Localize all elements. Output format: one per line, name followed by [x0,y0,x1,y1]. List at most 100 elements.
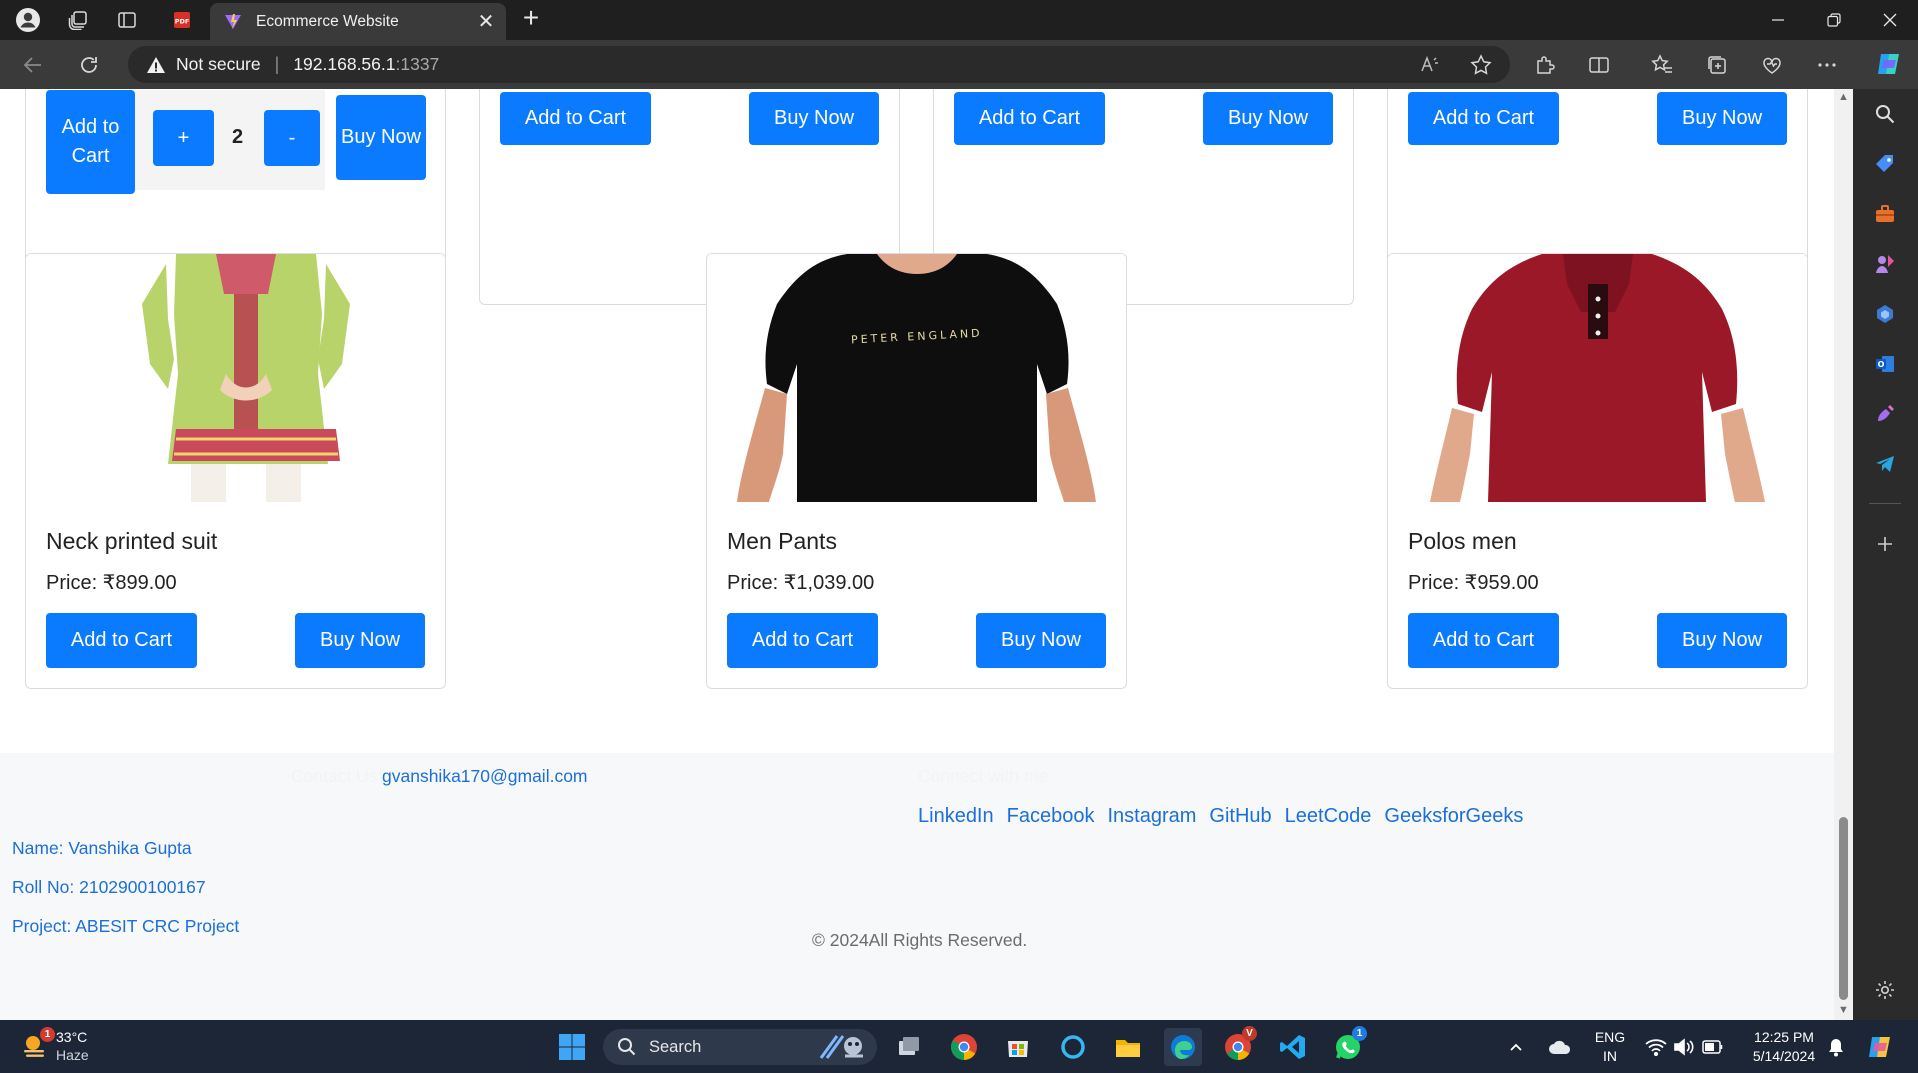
workspaces-icon[interactable] [62,6,94,34]
contact-label: Contact Us: [291,766,383,786]
favorite-star-icon[interactable] [1466,50,1496,80]
split-screen-icon[interactable] [1584,50,1614,80]
extensions-icon[interactable] [1530,50,1560,80]
close-window-button[interactable] [1862,0,1918,40]
close-tab-icon[interactable]: ✕ [474,9,498,33]
notification-bell-icon[interactable] [1820,1028,1852,1066]
page-scrollbar[interactable]: ▲ ▼ [1834,89,1853,1020]
linkedin-link[interactable]: LinkedIn [918,805,994,828]
profile-icon[interactable] [12,6,44,34]
more-options-icon[interactable] [1812,50,1842,80]
back-button[interactable] [18,50,48,80]
buy-now-button[interactable]: Buy Now [295,613,425,668]
add-to-cart-button[interactable]: Add to Cart [46,613,197,668]
instagram-link[interactable]: Instagram [1107,805,1196,828]
search-highlight-icon [819,1035,863,1059]
increase-quantity-button[interactable]: + [153,110,214,166]
tab-ecommerce-website[interactable]: Ecommerce Website ✕ [210,3,506,40]
security-status[interactable]: Not secure [176,54,261,75]
scroll-down-arrow-icon[interactable]: ▼ [1838,1004,1849,1016]
buy-now-button[interactable]: Buy Now [1203,92,1333,145]
address-divider: | [274,54,280,74]
buy-now-button[interactable]: Buy Now [336,95,426,180]
whatsapp-icon[interactable]: 1 [1329,1026,1367,1066]
edge-icon[interactable] [1164,1028,1202,1066]
add-to-cart-button[interactable]: Add to Cart [1408,92,1559,145]
facebook-link[interactable]: Facebook [1007,805,1095,828]
vscode-icon[interactable] [1274,1028,1312,1066]
url-port[interactable]: :1337 [396,54,440,75]
file-explorer-icon[interactable] [1109,1028,1147,1066]
outlook-icon[interactable]: O [1870,349,1900,379]
designer-icon[interactable] [1870,399,1900,429]
copilot-icon[interactable] [1871,46,1907,82]
add-to-cart-button[interactable]: Add to Cart [1408,613,1559,668]
add-to-cart-button[interactable]: Add to Cart [954,92,1105,145]
chrome-profile-icon[interactable]: V [1219,1026,1257,1066]
add-to-cart-button[interactable]: Add to Cart [46,90,135,194]
svg-text:PDF: PDF [175,18,190,26]
add-to-cart-button[interactable]: Add to Cart [727,613,878,668]
product-name: Neck printed suit [46,528,218,554]
weather-widget[interactable]: 33°C Haze 1 [20,1027,89,1064]
buy-now-button[interactable]: Buy Now [1657,92,1787,145]
task-view-icon[interactable] [890,1028,928,1066]
decrease-quantity-button[interactable]: - [264,110,320,166]
games-icon[interactable] [1870,249,1900,279]
input-language[interactable]: ENG IN [1588,1028,1632,1066]
product-image-black-tshirt[interactable]: PETER ENGLAND [707,254,1126,502]
product-card-men-pants: PETER ENGLAND Men Pants Price: ₹1,039.00… [706,253,1127,689]
chrome-profile-badge: V [1242,1026,1257,1041]
whatsapp-badge: 1 [1352,1026,1367,1041]
onedrive-cloud-icon[interactable] [1544,1028,1576,1066]
browser-toolbar: Not secure | 192.168.56.1:1337 [0,40,1918,89]
cortana-icon[interactable] [1054,1028,1092,1066]
leetcode-link[interactable]: LeetCode [1285,805,1372,828]
browser-essentials-icon[interactable] [1757,50,1787,80]
sidebar-search-icon[interactable] [1870,99,1900,129]
add-sidebar-app-icon[interactable] [1870,529,1900,559]
refresh-button[interactable] [74,50,104,80]
volume-icon[interactable] [1668,1028,1700,1066]
favorites-icon[interactable] [1647,50,1677,80]
url-host[interactable]: 192.168.56.1 [293,54,395,75]
send-telegram-icon[interactable] [1870,449,1900,479]
connect-label: Connect with me: [918,766,1054,786]
sidebar-settings-gear-icon[interactable] [1870,975,1900,1005]
buy-now-button[interactable]: Buy Now [1657,613,1787,668]
minimize-button[interactable] [1750,0,1806,40]
copilot-sidebar-icon[interactable] [1870,299,1900,329]
show-hidden-icons-chevron-icon[interactable] [1502,1028,1530,1066]
geeksforgeeks-link[interactable]: GeeksforGeeks [1384,805,1523,828]
chrome-icon[interactable] [945,1028,983,1066]
restore-button[interactable] [1806,0,1862,40]
weather-temperature: 33°C [56,1029,88,1045]
add-to-cart-button[interactable]: Add to Cart [500,92,651,145]
weather-condition: Haze [56,1047,89,1063]
contact-email-link[interactable]: gvanshika170@gmail.com [382,766,588,787]
buy-now-button[interactable]: Buy Now [749,92,879,145]
shopping-tag-icon[interactable] [1870,149,1900,179]
tab-actions-icon[interactable] [111,6,143,34]
scrollbar-thumb[interactable] [1839,817,1848,1000]
new-tab-button[interactable]: + [516,4,546,34]
tools-briefcase-icon[interactable] [1870,199,1900,229]
copilot-taskbar-icon[interactable] [1862,1028,1898,1066]
product-image-kurta[interactable] [26,254,445,502]
project-name: Project: ABESIT CRC Project [12,916,240,936]
microsoft-store-icon[interactable] [999,1028,1037,1066]
clock[interactable]: 12:25 PM 5/14/2024 [1740,1028,1828,1066]
language-region: IN [1603,1048,1617,1064]
github-link[interactable]: GitHub [1209,805,1271,828]
battery-icon[interactable] [1697,1028,1729,1066]
warning-icon[interactable] [146,55,166,75]
scroll-up-arrow-icon[interactable]: ▲ [1838,91,1849,103]
product-image-maroon-polo[interactable] [1388,254,1807,502]
collections-icon[interactable] [1702,50,1732,80]
buy-now-button[interactable]: Buy Now [976,613,1106,668]
pdf-tab-icon[interactable]: PDF [166,6,198,34]
start-button[interactable] [553,1028,591,1066]
taskbar-search[interactable]: Search [603,1029,877,1065]
address-bar[interactable]: Not secure | 192.168.56.1:1337 [128,46,1510,83]
read-aloud-icon[interactable] [1415,50,1445,80]
